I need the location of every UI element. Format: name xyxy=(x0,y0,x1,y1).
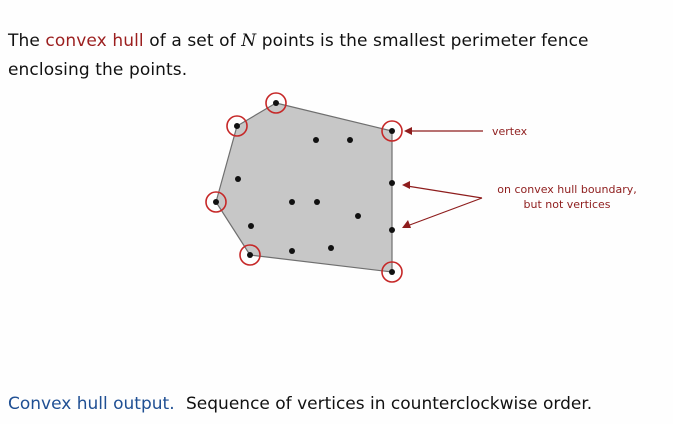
boundary-label-line-2: but not vertices xyxy=(524,198,611,211)
boundary-point xyxy=(389,227,395,233)
convex-hull-region xyxy=(215,102,393,273)
interior-point xyxy=(235,176,241,182)
vertex-arrowhead xyxy=(404,127,412,135)
boundary-annotation: on convex hull boundary, but not vertice… xyxy=(402,181,637,228)
interior-point xyxy=(289,199,295,205)
interior-point xyxy=(355,213,361,219)
interior-point xyxy=(248,223,254,229)
boundary-point xyxy=(389,180,395,186)
output-heading: Convex hull output. xyxy=(8,394,175,414)
interior-point xyxy=(314,199,320,205)
convex-hull-diagram: vertex on convex hull boundary, but not … xyxy=(205,92,637,283)
interior-point xyxy=(328,245,334,251)
output-description: Sequence of vertices in counterclockwise… xyxy=(186,394,593,414)
interior-point xyxy=(313,137,319,143)
vertex-label: vertex xyxy=(492,125,528,138)
boundary-arrowhead-bottom xyxy=(402,220,411,228)
hull-vertex-point xyxy=(273,100,279,106)
interior-point xyxy=(347,137,353,143)
hull-vertex-point xyxy=(389,269,395,275)
hull-vertex-point xyxy=(234,123,240,129)
boundary-arrow-bottom xyxy=(406,197,483,227)
convex-hull-output-note: Convex hull output. Sequence of vertices… xyxy=(8,393,658,415)
boundary-arrow-top xyxy=(406,185,483,199)
interior-point xyxy=(289,248,295,254)
vertex-annotation: vertex xyxy=(404,125,528,138)
hull-vertex-point xyxy=(247,252,253,258)
boundary-label-line-1: on convex hull boundary, xyxy=(497,183,637,196)
slide: The convex hull of a set of N points is … xyxy=(0,0,673,424)
boundary-arrowhead-top xyxy=(402,181,410,189)
hull-vertex-point xyxy=(389,128,395,134)
hull-vertex-point xyxy=(213,199,219,205)
